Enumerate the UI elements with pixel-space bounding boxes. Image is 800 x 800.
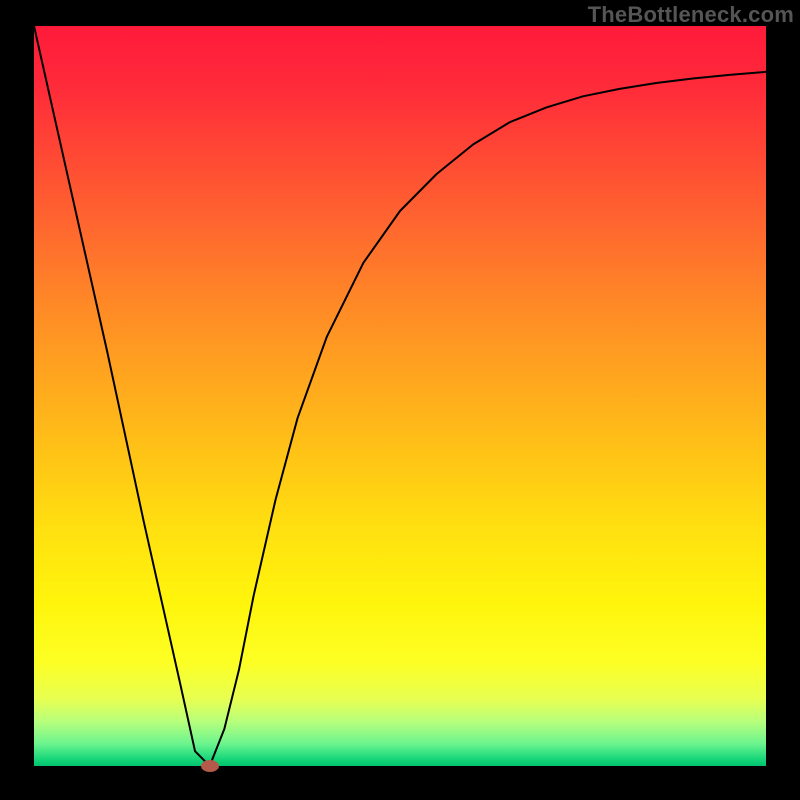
optimal-point-marker [201,760,219,772]
watermark-text: TheBottleneck.com [588,2,794,28]
bottleneck-curve [34,26,766,766]
chart-frame: TheBottleneck.com [0,0,800,800]
plot-area [34,26,766,766]
